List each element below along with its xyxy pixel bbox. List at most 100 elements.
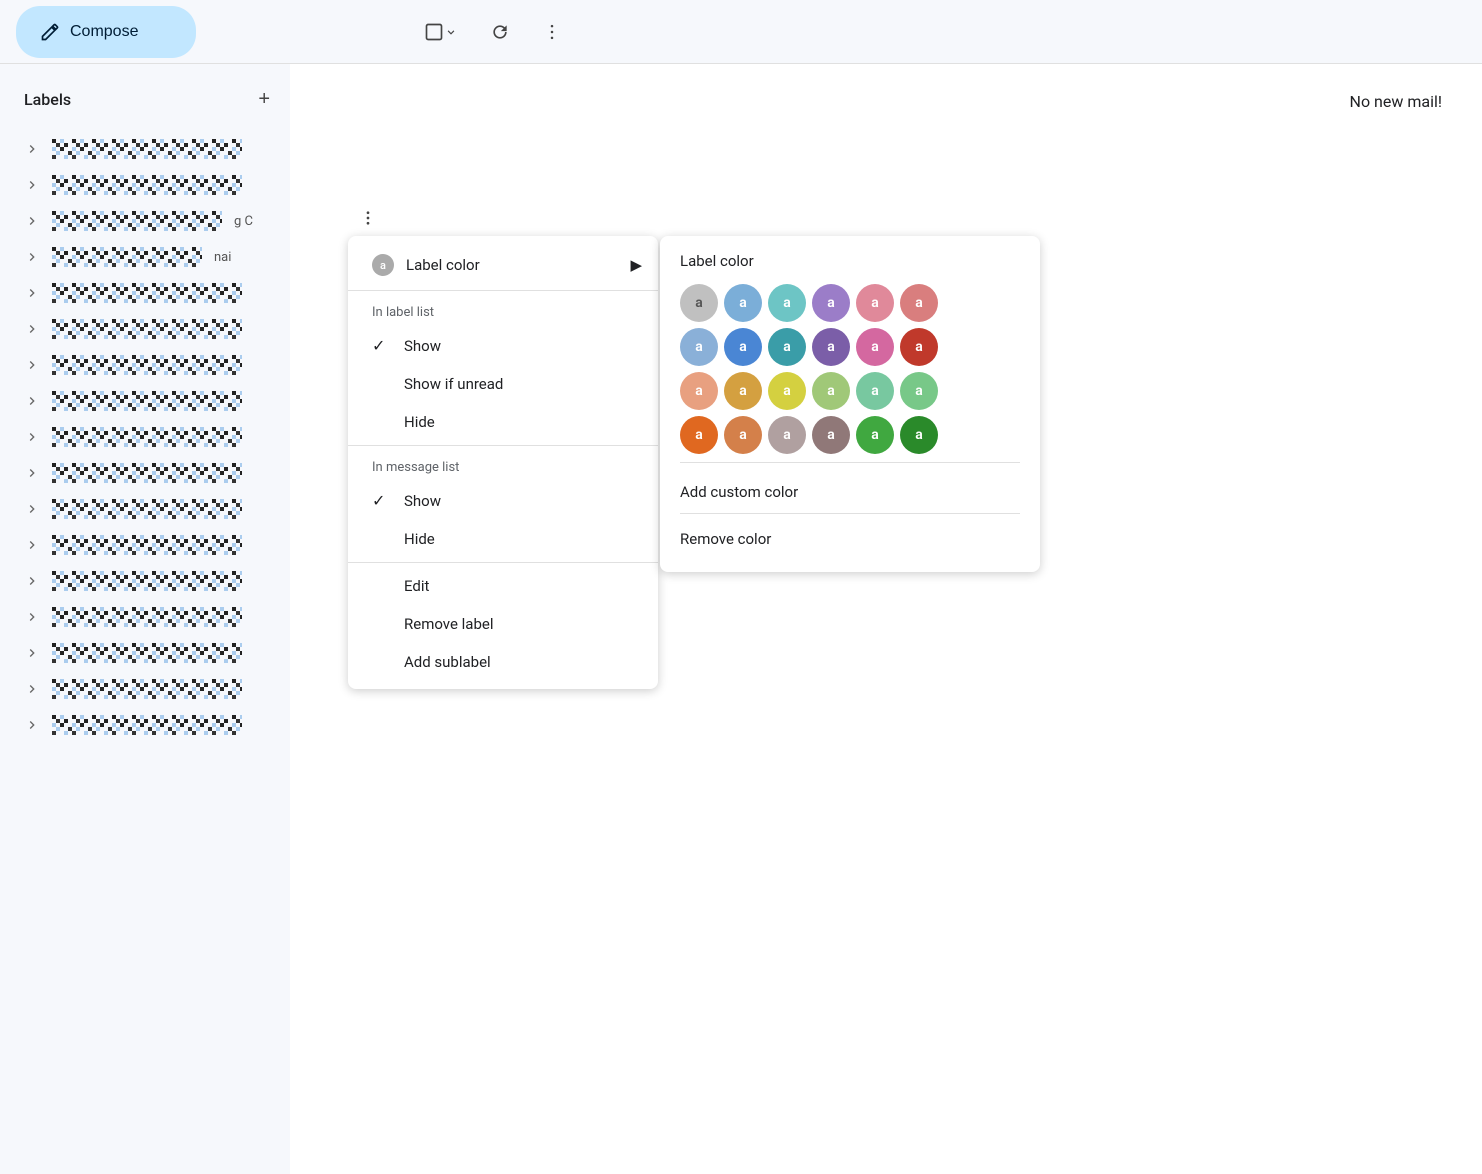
color-swatch[interactable]: a bbox=[900, 284, 938, 322]
color-swatch[interactable]: a bbox=[768, 284, 806, 322]
list-item[interactable] bbox=[0, 599, 290, 635]
label-arrow-icon bbox=[24, 249, 40, 265]
label-text-pixelated bbox=[52, 571, 242, 591]
label-arrow-icon bbox=[24, 141, 40, 157]
remove-color-button[interactable]: Remove color bbox=[680, 518, 1020, 556]
color-swatch[interactable]: a bbox=[724, 328, 762, 366]
color-swatch[interactable]: a bbox=[680, 372, 718, 410]
color-swatch[interactable]: a bbox=[724, 416, 762, 454]
color-swatch[interactable]: a bbox=[856, 372, 894, 410]
menu-divider-2 bbox=[348, 445, 658, 446]
label-text-pixelated bbox=[52, 139, 242, 159]
checkmark-icon: ✓ bbox=[372, 491, 392, 510]
color-swatch[interactable]: a bbox=[724, 284, 762, 322]
edit-text: Edit bbox=[404, 577, 429, 595]
label-arrow-icon bbox=[24, 609, 40, 625]
list-item[interactable] bbox=[0, 671, 290, 707]
list-item[interactable] bbox=[0, 707, 290, 743]
label-list-hide-text: Hide bbox=[404, 413, 435, 431]
edit-label-item[interactable]: Edit bbox=[348, 567, 658, 605]
color-swatch[interactable]: a bbox=[680, 328, 718, 366]
label-arrow-icon bbox=[24, 429, 40, 445]
label-list-show-if-unread-item[interactable]: Show if unread bbox=[348, 365, 658, 403]
sidebar-labels-list: g C nai bbox=[0, 131, 290, 743]
label-text-pixelated bbox=[52, 319, 242, 339]
label-list-hide-item[interactable]: Hide bbox=[348, 403, 658, 441]
color-swatch[interactable]: a bbox=[900, 372, 938, 410]
message-list-show-item[interactable]: ✓ Show bbox=[348, 481, 658, 520]
add-sublabel-text: Add sublabel bbox=[404, 653, 491, 671]
list-item[interactable] bbox=[0, 455, 290, 491]
compose-icon bbox=[40, 22, 60, 42]
color-swatch[interactable]: a bbox=[900, 416, 938, 454]
submenu-divider-1 bbox=[680, 462, 1020, 463]
label-text-pixelated bbox=[52, 643, 242, 663]
label-color-menu-item[interactable]: a Label color ▶ bbox=[348, 244, 658, 286]
no-new-mail-text: No new mail! bbox=[306, 80, 1466, 123]
list-item[interactable] bbox=[0, 347, 290, 383]
message-list-hide-text: Hide bbox=[404, 530, 435, 548]
color-swatch[interactable]: a bbox=[812, 328, 850, 366]
label-arrow-icon bbox=[24, 177, 40, 193]
color-swatch[interactable]: a bbox=[856, 284, 894, 322]
label-options-button[interactable] bbox=[350, 200, 386, 236]
label-text-pixelated bbox=[52, 247, 202, 267]
message-list-show-text: Show bbox=[404, 492, 441, 510]
color-swatch[interactable]: a bbox=[768, 328, 806, 366]
label-color-text: Label color bbox=[406, 256, 480, 274]
refresh-icon bbox=[490, 22, 510, 42]
refresh-button[interactable] bbox=[482, 14, 518, 50]
list-item[interactable] bbox=[0, 275, 290, 311]
color-swatch[interactable]: a bbox=[768, 416, 806, 454]
submenu-divider-2 bbox=[680, 513, 1020, 514]
menu-divider-3 bbox=[348, 562, 658, 563]
color-swatch[interactable]: a bbox=[856, 328, 894, 366]
in-label-list-header: In label list bbox=[348, 295, 658, 326]
add-custom-color-button[interactable]: Add custom color bbox=[680, 471, 1020, 509]
color-swatch[interactable]: a bbox=[680, 416, 718, 454]
more-options-button[interactable] bbox=[534, 14, 570, 50]
list-item[interactable] bbox=[0, 419, 290, 455]
label-color-preview: a bbox=[372, 254, 394, 276]
color-swatch[interactable]: a bbox=[856, 416, 894, 454]
color-swatch[interactable]: a bbox=[900, 328, 938, 366]
add-label-button[interactable]: + bbox=[254, 84, 274, 115]
label-arrow-icon bbox=[24, 393, 40, 409]
label-arrow-icon bbox=[24, 645, 40, 661]
label-arrow-icon bbox=[24, 285, 40, 301]
list-item[interactable]: nai bbox=[0, 239, 290, 275]
checkmark-icon: ✓ bbox=[372, 336, 392, 355]
color-swatch[interactable]: a bbox=[768, 372, 806, 410]
add-sublabel-item[interactable]: Add sublabel bbox=[348, 643, 658, 681]
select-all-button[interactable] bbox=[416, 14, 466, 50]
color-swatch[interactable]: a bbox=[724, 372, 762, 410]
list-item[interactable] bbox=[0, 383, 290, 419]
color-swatch[interactable]: a bbox=[812, 372, 850, 410]
label-list-show-item[interactable]: ✓ Show bbox=[348, 326, 658, 365]
color-swatch[interactable]: a bbox=[812, 416, 850, 454]
label-arrow-icon bbox=[24, 321, 40, 337]
list-item[interactable] bbox=[0, 563, 290, 599]
toolbar-actions bbox=[416, 14, 570, 50]
color-submenu-title: Label color bbox=[680, 252, 1020, 270]
label-arrow-icon bbox=[24, 501, 40, 517]
list-item[interactable] bbox=[0, 167, 290, 203]
list-item[interactable] bbox=[0, 527, 290, 563]
message-list-hide-item[interactable]: Hide bbox=[348, 520, 658, 558]
label-list-show-if-unread-text: Show if unread bbox=[404, 375, 503, 393]
color-swatch[interactable]: a bbox=[680, 284, 718, 322]
label-list-show-text: Show bbox=[404, 337, 441, 355]
list-item[interactable] bbox=[0, 635, 290, 671]
label-text-pixelated bbox=[52, 715, 242, 735]
more-vert-icon bbox=[359, 209, 377, 227]
label-color-submenu: Label color a a a a a a a a a a a a a a … bbox=[660, 236, 1040, 572]
list-item[interactable] bbox=[0, 131, 290, 167]
label-context-menu: a Label color ▶ In label list ✓ Show Sho… bbox=[348, 236, 658, 689]
remove-label-item[interactable]: Remove label bbox=[348, 605, 658, 643]
label-text-pixelated bbox=[52, 679, 242, 699]
list-item[interactable]: g C bbox=[0, 203, 290, 239]
list-item[interactable] bbox=[0, 311, 290, 347]
color-swatch[interactable]: a bbox=[812, 284, 850, 322]
list-item[interactable] bbox=[0, 491, 290, 527]
compose-button[interactable]: Compose bbox=[16, 6, 196, 58]
